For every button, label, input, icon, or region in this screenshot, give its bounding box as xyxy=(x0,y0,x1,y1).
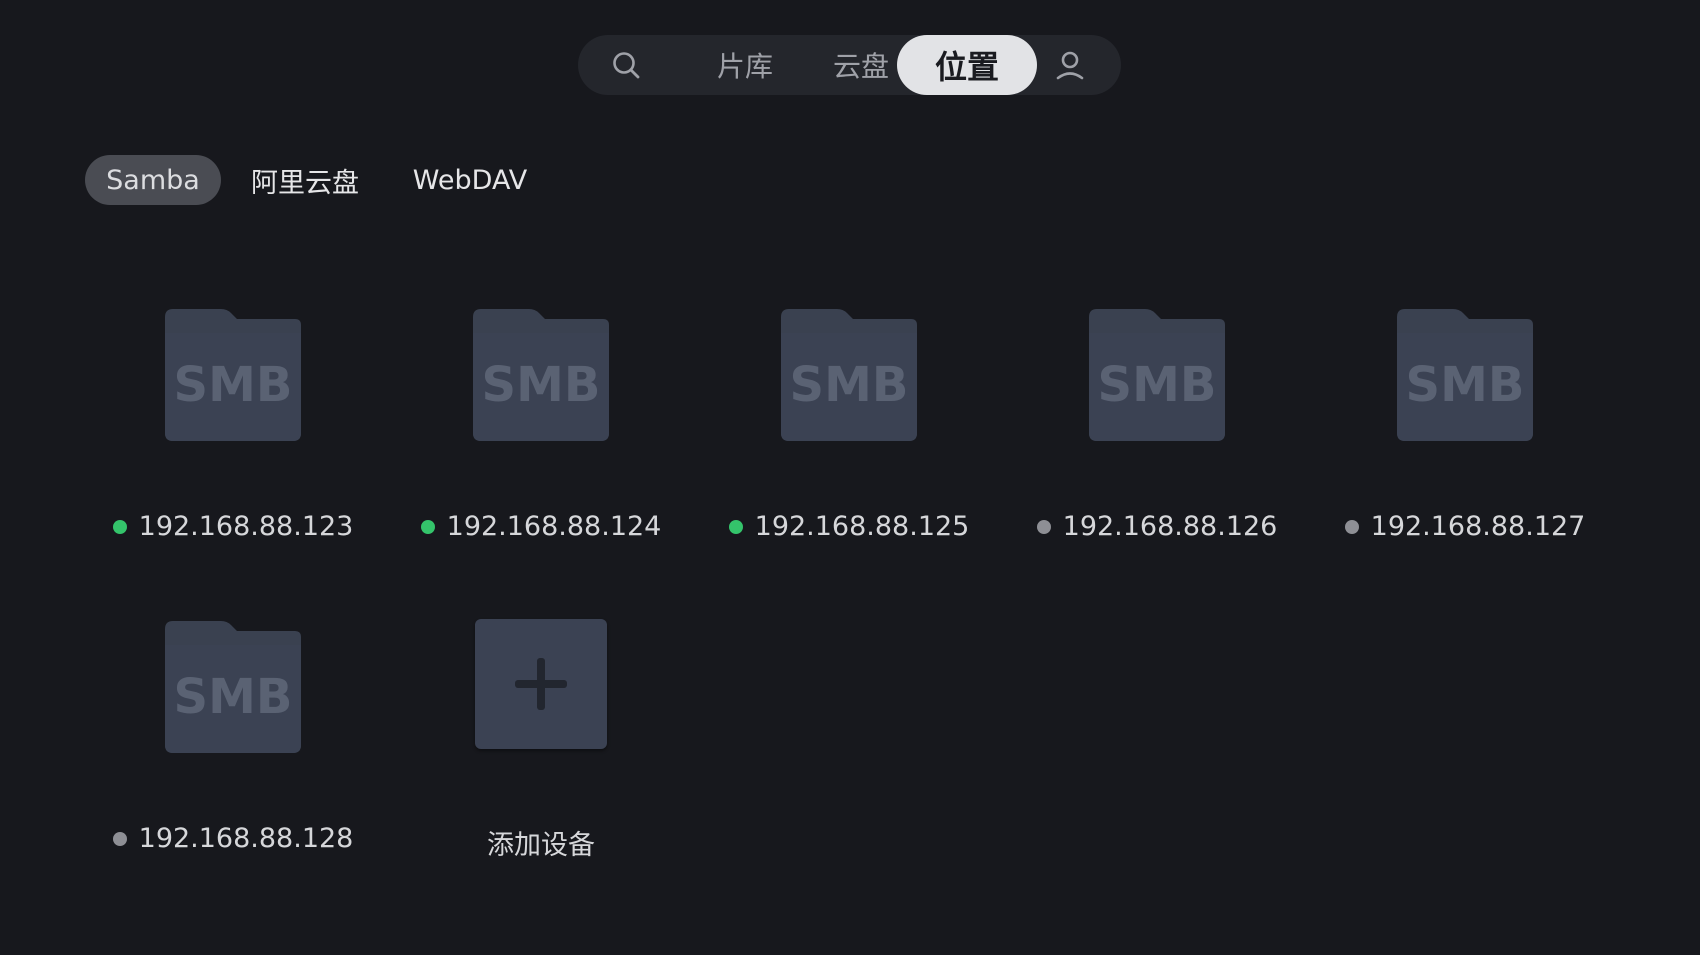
tab-library[interactable]: 片库 xyxy=(698,35,792,95)
add-device-label: 添加设备 xyxy=(487,830,595,861)
smb-folder-icon: SMB xyxy=(1089,309,1225,441)
svg-text:SMB: SMB xyxy=(1098,357,1217,413)
status-dot xyxy=(420,519,435,534)
device-ip: 192.168.88.124 xyxy=(446,511,662,542)
device-label: 192.168.88.128 xyxy=(103,823,363,854)
svg-text:SMB: SMB xyxy=(790,357,909,413)
device-label: 192.168.88.124 xyxy=(411,511,671,542)
device-ip: 192.168.88.126 xyxy=(1062,511,1278,542)
status-dot xyxy=(112,519,127,534)
device-ip: 192.168.88.125 xyxy=(754,511,970,542)
svg-text:SMB: SMB xyxy=(1406,357,1525,413)
device-item[interactable]: SMB 192.168.88.127 xyxy=(1335,303,1595,583)
device-item[interactable]: SMB 192.168.88.128 xyxy=(103,615,363,895)
device-item[interactable]: SMB 192.168.88.124 xyxy=(411,303,671,583)
device-ip: 192.168.88.127 xyxy=(1370,511,1586,542)
plus-icon xyxy=(515,658,567,710)
device-ip: 192.168.88.123 xyxy=(138,511,354,542)
add-device-tile xyxy=(475,619,607,749)
status-dot xyxy=(1344,519,1359,534)
device-label: 192.168.88.123 xyxy=(103,511,363,542)
search-button[interactable] xyxy=(606,35,646,95)
device-item[interactable]: SMB 192.168.88.126 xyxy=(1027,303,1287,583)
add-device-button[interactable]: 添加设备 xyxy=(411,615,671,895)
device-label: 192.168.88.126 xyxy=(1027,511,1287,542)
smb-folder-icon: SMB xyxy=(1397,309,1533,441)
tab-location[interactable]: 位置 xyxy=(897,35,1037,95)
search-icon xyxy=(613,52,640,79)
tab-samba[interactable]: Samba xyxy=(85,155,221,205)
svg-text:SMB: SMB xyxy=(482,357,601,413)
tab-webdav[interactable]: WebDAV xyxy=(395,155,545,205)
smb-folder-icon: SMB xyxy=(781,309,917,441)
status-dot xyxy=(1036,519,1051,534)
device-label: 192.168.88.127 xyxy=(1335,511,1595,542)
status-dot xyxy=(728,519,743,534)
top-nav: 片库 云盘 位置 xyxy=(578,35,1121,95)
user-icon xyxy=(1056,51,1084,80)
device-item[interactable]: SMB 192.168.88.125 xyxy=(719,303,979,583)
smb-folder-icon: SMB xyxy=(165,621,301,753)
device-ip: 192.168.88.128 xyxy=(138,823,354,854)
profile-button[interactable] xyxy=(1045,35,1095,95)
device-label: 192.168.88.125 xyxy=(719,511,979,542)
svg-text:SMB: SMB xyxy=(174,669,293,725)
tab-cloud[interactable]: 云盘 xyxy=(814,35,908,95)
status-dot xyxy=(112,831,127,846)
smb-folder-icon: SMB xyxy=(473,309,609,441)
device-item[interactable]: SMB 192.168.88.123 xyxy=(103,303,363,583)
tab-aliyun[interactable]: 阿里云盘 xyxy=(240,155,370,205)
svg-text:SMB: SMB xyxy=(174,357,293,413)
smb-folder-icon: SMB xyxy=(165,309,301,441)
